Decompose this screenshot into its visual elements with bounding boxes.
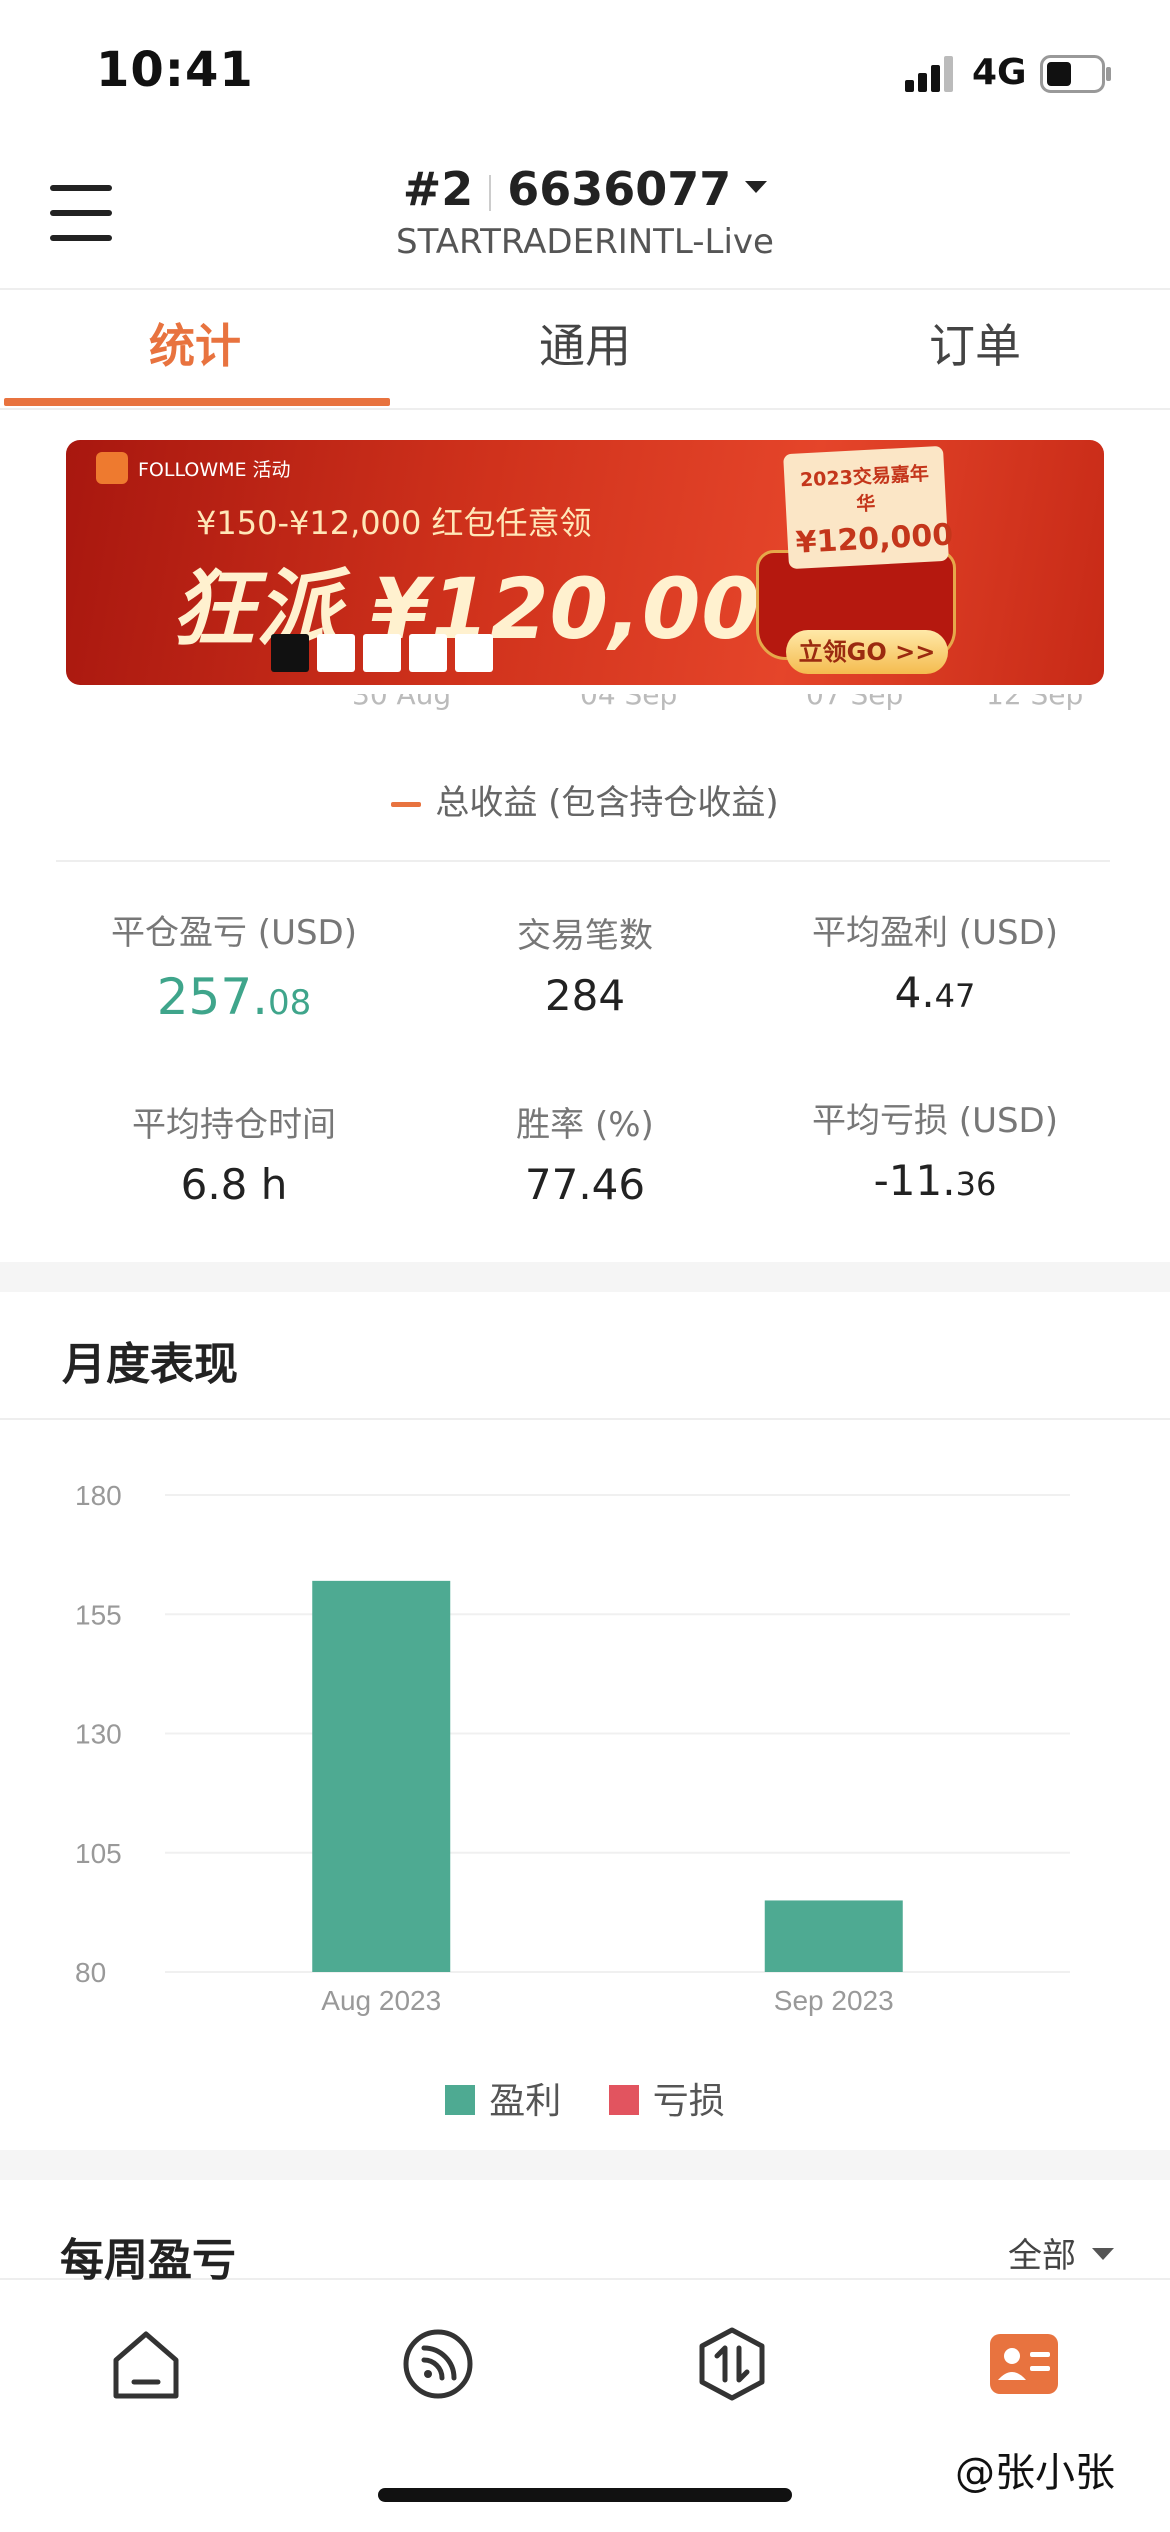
banner-brand-text: FOLLOWME 活动 [138,458,291,481]
broker-logo-icon [455,634,493,672]
weekly-header: 每周盈亏 全部 [0,2180,1170,2286]
banner-go-button[interactable]: 立领GO >> [786,630,948,674]
chevron-down-icon [745,180,768,193]
stat-value: -11.36 [755,1156,1115,1205]
broker-logo-icon [363,634,401,672]
section-gap [0,2150,1170,2180]
tab-bar: 统计 通用 订单 [0,290,1170,410]
stat-value-frac: 47 [934,977,976,1015]
legend-item-profit[interactable]: 盈利 [445,2072,561,2124]
stat-win-rate: 胜率 (%) 77.46 [405,1097,765,1209]
bar-profit [312,1580,451,1972]
axis-tick: 07 Sep [806,694,904,711]
stat-value: 77.46 [524,1160,646,1209]
broker-logo-icon [271,634,309,672]
network-label: 4G [972,52,1027,93]
section-gap [0,1262,1170,1292]
stat-avg-holding: 平均持仓时间 6.8 h [54,1097,414,1209]
axis-tick: 30 Aug [352,694,452,711]
banner-subtitle: ¥150-¥12,000 红包任意领 [196,504,592,542]
broker-logo-icon [317,634,355,672]
monthly-chart-svg: 80 105 130 155 180 Aug 2023 Sep 2023 [75,1480,1070,2016]
stat-label: 平仓盈亏 (USD) [111,913,357,953]
monthly-title: 月度表现 [62,1339,238,1390]
y-tick-label: 80 [75,1957,106,1988]
legend-label: 亏损 [652,2081,725,2122]
tab-statistics[interactable]: 统计 [0,290,390,410]
profit-chart-axis: 30 Aug 04 Sep 07 Sep 12 Sep [0,694,1170,722]
y-tick-label: 130 [75,1719,122,1750]
legend-label: 盈利 [489,2081,562,2122]
tab-indicator [4,398,390,406]
watermark: @张小张 [955,2450,1115,2496]
signal-icon [905,56,953,92]
y-tick-label: 180 [75,1480,122,1511]
stat-value-int: 4. [894,968,935,1017]
profile-card-icon[interactable] [984,2324,1064,2404]
stat-avg-loss: 平均亏损 (USD) -11.36 [755,1093,1115,1205]
broker-logo-icon [409,634,447,672]
feed-icon[interactable] [398,2324,478,2404]
legend-swatch [445,2085,476,2115]
legend-label: 总收益 (包含持仓收益) [435,783,779,823]
account-selector[interactable]: #2 6636077 [0,162,1170,216]
stat-trade-count: 交易笔数 284 [405,908,765,1020]
chevron-down-icon [1092,2247,1114,2260]
stat-closed-pnl: 平仓盈亏 (USD) 257.08 [54,905,414,1026]
profit-chart-legend: 总收益 (包含持仓收益) [0,775,1170,824]
weekly-title: 每周盈亏 [60,2235,236,2286]
axis-tick: 12 Sep [986,694,1084,711]
account-number: 6636077 [507,162,732,216]
separator [489,174,492,211]
account-index: #2 [402,162,474,216]
x-tick-label: Sep 2023 [774,1985,894,2016]
stat-label: 平均亏损 (USD) [812,1101,1058,1141]
stat-value-frac: 08 [268,983,312,1023]
tab-orders[interactable]: 订单 [780,290,1170,410]
stat-label: 平均持仓时间 [132,1105,336,1145]
trade-icon[interactable] [692,2324,772,2404]
monthly-chart: 80 105 130 155 180 Aug 2023 Sep 2023 [0,1440,1170,2050]
followme-logo-icon [96,452,128,484]
weekly-filter-select[interactable]: 全部 [1008,2228,1114,2277]
legend-line-icon [391,802,422,807]
home-indicator[interactable] [378,2488,792,2502]
stat-value: 284 [544,971,626,1020]
app-header: #2 6636077 STARTRADERINTL-Live [0,140,1170,290]
stat-label: 胜率 (%) [516,1105,654,1145]
stat-label: 交易笔数 [517,916,653,956]
stat-value-frac: 36 [955,1165,997,1203]
banner-brand: FOLLOWME 活动 [96,452,291,484]
promo-banner[interactable]: FOLLOWME 活动 ¥150-¥12,000 红包任意领 狂派 ¥120,0… [66,440,1104,685]
y-tick-label: 105 [75,1838,122,1869]
tab-general[interactable]: 通用 [390,290,780,410]
stat-avg-profit: 平均盈利 (USD) 4.47 [755,905,1115,1017]
y-tick-label: 155 [75,1599,122,1630]
legend-item-loss[interactable]: 亏损 [608,2072,725,2124]
banner-card: 2023交易嘉年华 ¥120,000 [783,445,954,570]
banner-headline: 狂派 ¥120,000 [171,560,821,658]
banner-card-amount: ¥120,000 [794,517,954,561]
divider [56,860,1110,862]
chart-legend: 盈利 亏损 [0,2072,1170,2124]
axis-tick: 04 Sep [580,694,678,711]
stat-value: 257.08 [54,968,414,1026]
status-bar: 10:41 4G [0,0,1170,140]
stat-value-int: -11. [873,1156,956,1205]
legend-swatch [608,2085,639,2115]
stat-value-int: 257. [156,968,269,1026]
battery-icon [1040,55,1111,93]
status-time: 10:41 [96,42,254,98]
home-icon[interactable] [106,2324,186,2404]
stat-label: 平均盈利 (USD) [812,913,1058,953]
stat-value: 6.8 h [180,1160,288,1209]
divider [0,1418,1170,1420]
banner-card-title: 2023交易嘉年华 [799,462,930,516]
stat-value: 4.47 [755,968,1115,1017]
broker-logos [271,634,493,672]
filter-value: 全部 [1008,2236,1076,2276]
server-name: STARTRADERINTL-Live [396,222,774,262]
bar-profit [764,1900,903,1972]
x-tick-label: Aug 2023 [321,1985,441,2016]
